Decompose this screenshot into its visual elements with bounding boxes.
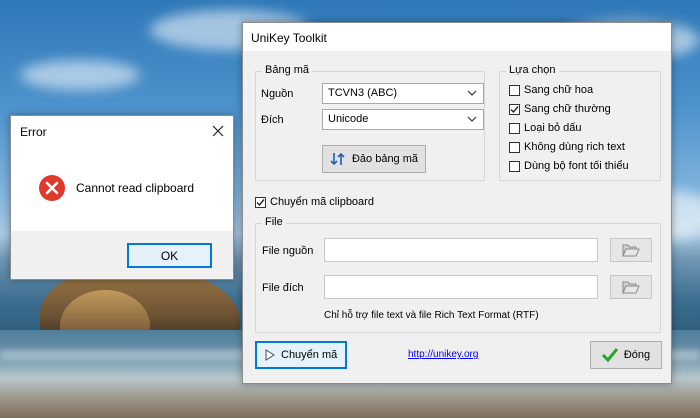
close-icon[interactable] (212, 125, 224, 137)
convert-label: Chuyển mã (281, 349, 338, 361)
swap-arrows-icon (330, 152, 345, 166)
source-encoding-value: TCVN3 (ABC) (328, 87, 398, 99)
error-dialog-title: Error (20, 125, 47, 139)
error-dialog: Error Cannot read clipboard OK (10, 115, 234, 280)
file-source-input[interactable] (324, 238, 598, 262)
checkbox-box[interactable] (509, 84, 520, 96)
clipboard-label: Chuyển mã clipboard (270, 196, 374, 208)
option-checkbox[interactable]: Sang chữ thường (509, 103, 611, 115)
file-group: File File nguồn File đích Chỉ hỗ trợ fil… (255, 216, 661, 333)
error-message: Cannot read clipboard (76, 181, 195, 195)
option-checkbox[interactable]: Dùng bộ font tối thiểu (509, 160, 629, 172)
target-encoding-select[interactable]: Unicode (322, 109, 484, 130)
target-encoding-label: Đích (261, 114, 284, 126)
option-checkbox[interactable]: Loại bỏ dấu (509, 122, 582, 134)
group-label: File (262, 216, 286, 228)
option-label: Không dùng rich text (524, 141, 625, 153)
close-button[interactable]: Đóng (590, 341, 662, 369)
swap-encoding-label: Đảo bảng mã (351, 153, 419, 165)
option-label: Sang chữ hoa (524, 84, 594, 96)
file-target-input[interactable] (324, 275, 598, 299)
clipboard-checkbox[interactable]: Chuyển mã clipboard (255, 196, 374, 208)
error-titlebar[interactable]: Error (11, 116, 233, 144)
source-encoding-select[interactable]: TCVN3 (ABC) (322, 83, 484, 104)
checkmark-icon (601, 348, 618, 362)
file-source-label: File nguồn (262, 245, 314, 257)
checkbox-box[interactable] (509, 122, 520, 134)
cloud (20, 60, 140, 90)
browse-target-button[interactable] (610, 275, 652, 299)
folder-open-icon (622, 244, 640, 257)
file-format-note: Chỉ hỗ trợ file text và file Rich Text F… (324, 310, 539, 321)
window-title: UniKey Toolkit (251, 31, 327, 45)
checkbox-box[interactable] (509, 160, 520, 172)
check-icon (510, 105, 519, 113)
group-label: Lựa chọn (506, 64, 559, 76)
option-label: Sang chữ thường (524, 103, 611, 115)
chevron-down-icon (467, 116, 477, 122)
target-encoding-value: Unicode (328, 113, 369, 125)
convert-button[interactable]: Chuyển mã (255, 341, 347, 369)
checkbox-box[interactable] (255, 196, 266, 208)
option-checkbox[interactable]: Sang chữ hoa (509, 84, 593, 96)
browse-source-button[interactable] (610, 238, 652, 262)
folder-open-icon (622, 281, 640, 294)
unikey-titlebar[interactable]: UniKey Toolkit (243, 23, 671, 51)
checkbox-box[interactable] (509, 103, 520, 115)
error-button-bar: OK (11, 231, 233, 279)
unikey-toolkit-window: UniKey Toolkit Bảng mã Nguồn TCVN3 (ABC)… (242, 22, 672, 384)
check-icon (256, 198, 265, 206)
option-checkbox[interactable]: Không dùng rich text (509, 141, 625, 153)
close-label: Đóng (623, 349, 651, 361)
group-label: Bảng mã (262, 64, 313, 76)
file-target-label: File đích (262, 282, 304, 294)
checkbox-box[interactable] (509, 141, 520, 153)
source-encoding-label: Nguồn (261, 88, 294, 100)
bang-ma-group: Bảng mã Nguồn TCVN3 (ABC) Đích Unicode Đ… (255, 64, 485, 181)
ok-label: OK (160, 248, 179, 263)
swap-encoding-button[interactable]: Đảo bảng mã (322, 145, 426, 173)
option-label: Loại bỏ dấu (524, 122, 582, 134)
error-icon (39, 175, 65, 201)
options-group: Lựa chọn Sang chữ hoa Sang chữ thường Loại… (499, 64, 661, 181)
unikey-website-link[interactable]: http://unikey.org (408, 349, 478, 360)
play-icon (265, 349, 275, 361)
option-label: Dùng bộ font tối thiểu (524, 160, 629, 172)
chevron-down-icon (467, 90, 477, 96)
ok-button[interactable]: OK (127, 243, 212, 268)
